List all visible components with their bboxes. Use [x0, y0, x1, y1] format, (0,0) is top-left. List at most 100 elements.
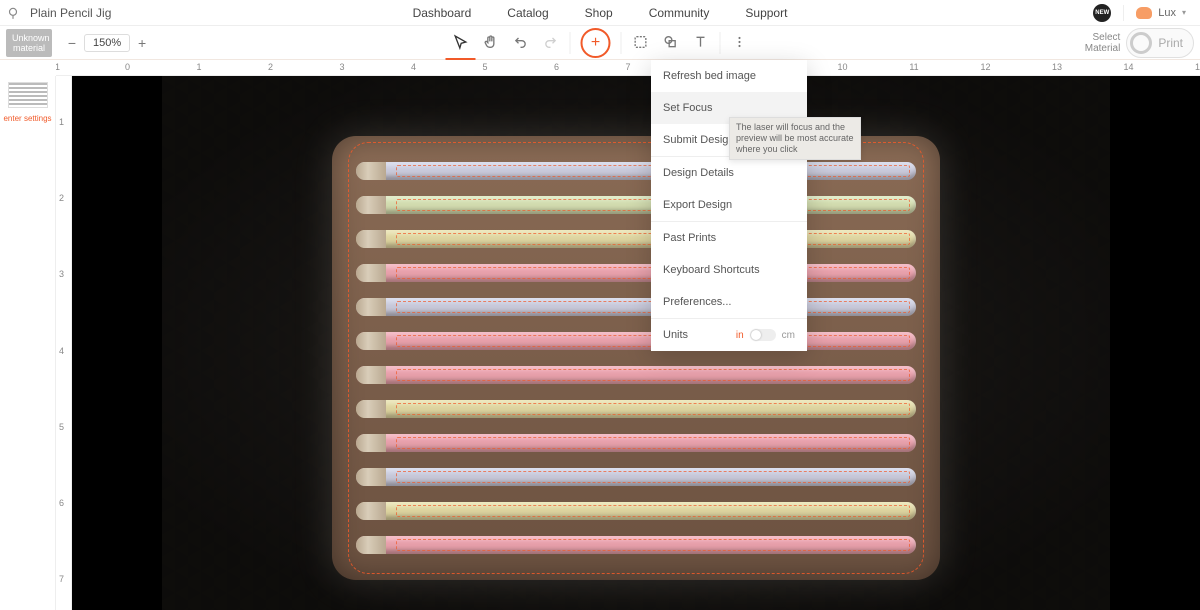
ruler-h-label: 13 — [1052, 62, 1062, 72]
canvas[interactable] — [72, 76, 1200, 610]
ruler-v-label: 5 — [59, 422, 64, 432]
design-title: Plain Pencil Jig — [26, 6, 111, 20]
ruler-h-label: 15 — [1195, 62, 1200, 72]
pencil — [356, 434, 916, 452]
ruler-h-label: 11 — [909, 62, 918, 72]
pencil — [356, 332, 916, 350]
divider — [720, 32, 721, 54]
redo-button[interactable] — [536, 26, 566, 60]
ruler-h-label: 5 — [482, 62, 487, 72]
engrave-slot — [396, 403, 910, 415]
units-toggle[interactable] — [750, 329, 776, 341]
material-badge[interactable]: Unknown material — [6, 29, 52, 57]
add-artwork-button[interactable]: + — [581, 28, 611, 58]
menu-item-keyboard-shortcuts[interactable]: Keyboard Shortcuts — [651, 254, 807, 286]
ruler-v-label: 1 — [59, 117, 64, 127]
engrave-slot — [396, 369, 910, 381]
ruler-v-label: 4 — [59, 346, 64, 356]
more-menu: Refresh bed imageSet FocusSubmit Design … — [651, 60, 807, 351]
user-name: Lux — [1158, 7, 1176, 19]
ruler-h-label: 12 — [980, 62, 990, 72]
pencil — [356, 400, 916, 418]
set-focus-tooltip: The laser will focus and the preview wil… — [729, 117, 861, 160]
pencil — [356, 502, 916, 520]
zoom-value[interactable]: 150% — [84, 34, 130, 52]
outline-tool[interactable] — [626, 26, 656, 60]
ruler-horizontal: -10123456789101112131415 — [56, 60, 1200, 76]
ruler-v-label: 3 — [59, 269, 64, 279]
units-cm[interactable]: cm — [782, 330, 795, 341]
menu-item-past-prints[interactable]: Past Prints — [651, 222, 807, 254]
print-label: Print — [1158, 36, 1183, 50]
ruler-h-label: 4 — [411, 62, 416, 72]
toolbar: Unknown material − 150% + + Select Mater… — [0, 26, 1200, 60]
menu-item-refresh-bed-image[interactable]: Refresh bed image — [651, 60, 807, 92]
ruler-h-label: 14 — [1123, 62, 1133, 72]
workspace: enter settings 1 2 3 4 5 6 7 — [0, 76, 1200, 610]
ruler-v-label: 6 — [59, 498, 64, 508]
engrave-slot — [396, 471, 910, 483]
enter-settings-link[interactable]: enter settings — [0, 114, 55, 123]
menu-item-export-design[interactable]: Export Design — [651, 189, 807, 221]
print-button[interactable]: Print — [1126, 28, 1194, 58]
nav-support[interactable]: Support — [745, 6, 787, 20]
ruler-h-label: 1 — [196, 62, 201, 72]
pencil — [356, 536, 916, 554]
pencil — [356, 196, 916, 214]
step-thumbnail[interactable] — [8, 82, 48, 108]
undo-button[interactable] — [506, 26, 536, 60]
zoom-in-button[interactable]: + — [132, 33, 152, 53]
top-bar: Plain Pencil Jig Dashboard Catalog Shop … — [0, 0, 1200, 26]
ruler-h-label: 0 — [125, 62, 130, 72]
ruler-vertical: 1 2 3 4 5 6 7 — [56, 76, 72, 610]
ruler-h-label: 6 — [554, 62, 559, 72]
engrave-slot — [396, 539, 910, 551]
units-in[interactable]: in — [736, 330, 744, 341]
nav-dashboard[interactable]: Dashboard — [413, 6, 472, 20]
nav-community[interactable]: Community — [649, 6, 710, 20]
hand-tool[interactable] — [476, 26, 506, 60]
divider — [570, 32, 571, 54]
select-tool[interactable] — [446, 26, 476, 60]
shape-tool[interactable] — [656, 26, 686, 60]
pencil — [356, 264, 916, 282]
jig-board — [332, 136, 940, 580]
nav-catalog[interactable]: Catalog — [507, 6, 548, 20]
print-status-icon — [1130, 32, 1152, 54]
steps-sidebar: enter settings — [0, 76, 56, 610]
nav-shop[interactable]: Shop — [585, 6, 613, 20]
ruler-h-label: 3 — [339, 62, 344, 72]
menu-item-preferences[interactable]: Preferences... — [651, 286, 807, 318]
ruler-h-label: 10 — [837, 62, 847, 72]
pencil — [356, 162, 916, 180]
user-menu[interactable]: Lux ▾ — [1123, 5, 1190, 21]
chevron-down-icon: ▾ — [1182, 8, 1186, 17]
zoom-out-button[interactable]: − — [62, 33, 82, 53]
app-logo-icon[interactable] — [0, 6, 26, 20]
engrave-slot — [396, 437, 910, 449]
pencil-stack — [356, 154, 916, 562]
ruler-v-label: 2 — [59, 193, 64, 203]
new-badge-icon[interactable]: NEW — [1093, 4, 1111, 22]
pencil — [356, 468, 916, 486]
divider — [621, 32, 622, 54]
material-badge-l1: Unknown — [12, 33, 46, 43]
zoom-control: − 150% + — [62, 33, 152, 53]
ruler-h-label: 7 — [625, 62, 630, 72]
ruler-h-label: -1 — [56, 62, 60, 72]
main-nav: Dashboard Catalog Shop Community Support — [413, 6, 788, 20]
text-tool[interactable] — [686, 26, 716, 60]
pencil — [356, 298, 916, 316]
pencil — [356, 230, 916, 248]
menu-units-row: Units in cm — [651, 319, 807, 351]
select-material-button[interactable]: Select Material — [1085, 32, 1121, 54]
pencil — [356, 366, 916, 384]
units-label: Units — [663, 329, 688, 341]
ruler-h-label: 2 — [268, 62, 273, 72]
material-badge-l2: material — [12, 43, 46, 53]
menu-item-design-details[interactable]: Design Details — [651, 157, 807, 189]
user-avatar-icon — [1136, 7, 1152, 19]
ruler-v-label: 7 — [59, 574, 64, 584]
more-menu-button[interactable] — [725, 26, 755, 60]
engrave-slot — [396, 505, 910, 517]
